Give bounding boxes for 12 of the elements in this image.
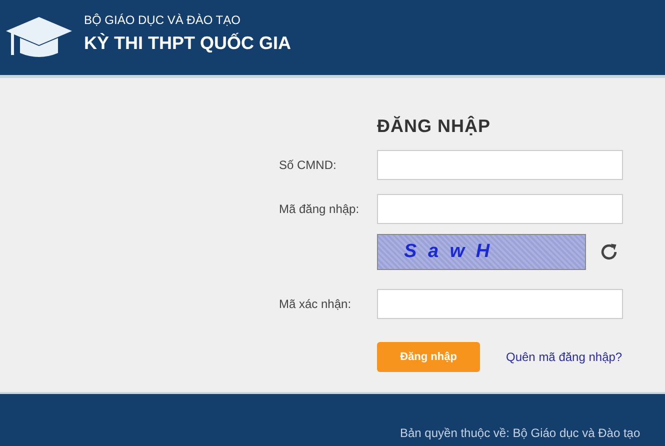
login-title: ĐĂNG NHẬP [377, 116, 492, 137]
exam-title: KỲ THI THPT QUỐC GIA [84, 33, 291, 54]
field-label: Mã đăng nhập: [279, 202, 360, 216]
captcha-text: S a w H [404, 241, 493, 263]
field-label: Số CMND: [279, 158, 338, 172]
forgot-code-link[interactable]: Quên mã đăng nhập? [506, 350, 622, 364]
copyright-text: Bản quyền thuộc về: Bộ Giáo dục và Đào tạo [400, 426, 640, 440]
ministry-name: BỘ GIÁO DỤC VÀ ĐÀO TẠO [84, 13, 242, 27]
input-field[interactable] [377, 194, 623, 224]
field-label: Mã xác nhận: [279, 297, 352, 311]
input-field[interactable] [377, 289, 623, 319]
input-field[interactable] [377, 150, 623, 180]
